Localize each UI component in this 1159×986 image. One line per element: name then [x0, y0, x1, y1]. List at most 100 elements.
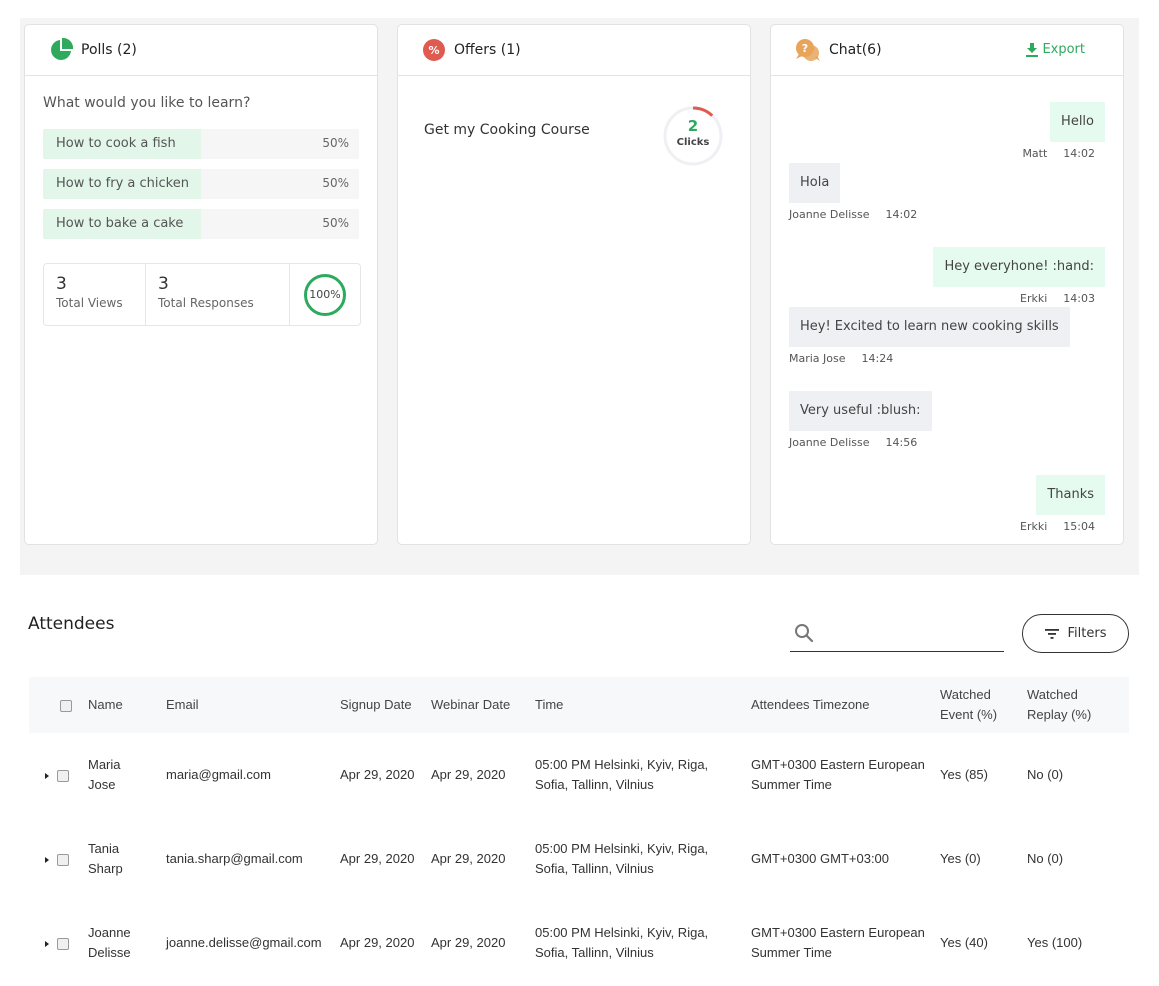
expand-row-icon[interactable]: [45, 940, 49, 947]
attendees-title: Attendees: [28, 614, 115, 634]
polls-header: Polls (2): [25, 25, 377, 76]
offers-header: % Offers (1): [398, 25, 750, 76]
column-header-timezone[interactable]: Attendees Timezone: [751, 677, 940, 733]
chat-bubble: Hello: [1050, 102, 1105, 142]
total-views-count: 3: [56, 274, 67, 294]
attendee-watched-event: Yes (0): [940, 851, 981, 866]
response-rate: 100%: [290, 264, 360, 325]
attendee-time: 05:00 PM Helsinki, Kyiv, Riga, Sofia, Tal…: [535, 841, 709, 876]
poll-option-percent: 50%: [322, 176, 349, 190]
offers-title: Offers (1): [454, 42, 521, 58]
poll-option-percent: 50%: [322, 216, 349, 230]
chat-bubble: Thanks: [1036, 475, 1105, 515]
chat-time: 14:02: [1063, 147, 1095, 160]
chat-author: Erkki: [1020, 292, 1048, 305]
expand-row-icon[interactable]: [45, 856, 49, 863]
polls-title: Polls (2): [81, 42, 137, 58]
attendee-timezone: GMT+0300 Eastern European Summer Time: [751, 925, 925, 960]
total-views-stat: 3 Total Views: [44, 264, 146, 325]
column-header-signup-date[interactable]: Signup Date: [340, 677, 431, 733]
attendee-search[interactable]: [790, 617, 1004, 652]
attendee-webinar-date: Apr 29, 2020: [431, 851, 506, 866]
attendee-signup-date: Apr 29, 2020: [340, 851, 415, 866]
chat-message: Thanks Erkki 15:04: [1020, 475, 1105, 533]
column-header-email[interactable]: Email: [166, 677, 340, 733]
total-responses-stat: 3 Total Responses: [146, 264, 290, 325]
row-checkbox[interactable]: [57, 937, 69, 950]
column-header-watched-event[interactable]: Watched Event (%): [940, 677, 1027, 733]
chat-author: Joanne Delisse: [789, 436, 870, 449]
download-icon: [1026, 42, 1039, 57]
offer-clicks-count: 2: [687, 117, 699, 135]
chat-author: Maria Jose: [789, 352, 846, 365]
chat-message: Very useful :blush: Joanne Delisse 14:56: [789, 391, 932, 449]
attendees-table: Name Email Signup Date Webinar Date Time…: [29, 677, 1129, 985]
percent-badge-icon: %: [422, 38, 446, 62]
attendee-name: Maria Jose: [88, 757, 121, 792]
pie-chart-icon: [49, 38, 73, 62]
search-input[interactable]: [820, 621, 1000, 647]
table-row: Joanne Delisse joanne.delisse@gmail.com A…: [29, 901, 1129, 985]
table-row: Maria Jose maria@gmail.com Apr 29, 2020 A…: [29, 733, 1129, 817]
chat-card: ? Chat(6) Export Hello Matt 14:02 Hola J…: [770, 24, 1124, 545]
chat-bubble: Very useful :blush:: [789, 391, 932, 431]
attendee-signup-date: Apr 29, 2020: [340, 935, 415, 950]
attendee-email: tania.sharp@gmail.com: [166, 851, 303, 866]
column-header-watched-replay[interactable]: Watched Replay (%): [1027, 677, 1129, 733]
attendee-watched-replay: Yes (100): [1027, 935, 1083, 950]
filters-button[interactable]: Filters: [1022, 614, 1129, 653]
widgets-panel: Polls (2) What would you like to learn? …: [20, 18, 1139, 575]
chat-bubble: Hey everyhone! :hand:: [933, 247, 1105, 287]
chat-time: 15:04: [1063, 520, 1095, 533]
attendee-timezone: GMT+0300 Eastern European Summer Time: [751, 757, 925, 792]
filters-label: Filters: [1067, 626, 1107, 641]
attendee-webinar-date: Apr 29, 2020: [431, 935, 506, 950]
table-row: Tania Sharp tania.sharp@gmail.com Apr 29,…: [29, 817, 1129, 901]
chat-time: 14:56: [885, 436, 918, 449]
svg-text:%: %: [428, 44, 439, 57]
chat-bubble: Hola: [789, 163, 841, 203]
poll-option-label: How to cook a fish: [56, 136, 176, 151]
offer-clicks-label: Clicks: [676, 137, 710, 148]
offers-card: % Offers (1) Get my Cooking Course 2 Cli…: [397, 24, 751, 545]
svg-text:?: ?: [802, 42, 808, 55]
poll-stats: 3 Total Views 3 Total Responses 100%: [43, 263, 361, 326]
chat-message: Hola Joanne Delisse 14:02: [789, 163, 917, 221]
chat-time: 14:03: [1063, 292, 1095, 305]
export-label: Export: [1042, 42, 1085, 57]
column-header-time[interactable]: Time: [535, 677, 751, 733]
export-button[interactable]: Export: [1026, 42, 1085, 57]
offer-name[interactable]: Get my Cooking Course: [424, 122, 590, 138]
total-views-label: Total Views: [56, 296, 123, 310]
attendee-name: Tania Sharp: [88, 841, 123, 876]
poll-option: How to cook a fish 50%: [43, 129, 359, 159]
row-checkbox[interactable]: [57, 769, 69, 782]
attendee-signup-date: Apr 29, 2020: [340, 767, 415, 782]
chat-time: 14:02: [885, 208, 918, 221]
attendee-watched-replay: No (0): [1027, 851, 1064, 866]
poll-option-label: How to bake a cake: [56, 216, 184, 231]
poll-option-label: How to fry a chicken: [56, 176, 189, 191]
chat-author: Joanne Delisse: [789, 208, 870, 221]
chat-message: Hello Matt 14:02: [1022, 102, 1105, 160]
attendee-email: joanne.delisse@gmail.com: [166, 935, 322, 950]
column-header-webinar-date[interactable]: Webinar Date: [431, 677, 535, 733]
expand-row-icon[interactable]: [45, 772, 49, 779]
chat-header: ? Chat(6) Export: [771, 25, 1123, 76]
attendee-watched-event: Yes (85): [940, 767, 988, 782]
attendee-webinar-date: Apr 29, 2020: [431, 767, 506, 782]
attendee-timezone: GMT+0300 GMT+03:00: [751, 851, 890, 866]
chat-time: 14:24: [861, 352, 894, 365]
attendee-time: 05:00 PM Helsinki, Kyiv, Riga, Sofia, Tal…: [535, 925, 709, 960]
chat-bubble: Hey! Excited to learn new cooking skills: [789, 307, 1070, 347]
select-all-checkbox[interactable]: [60, 699, 72, 712]
poll-option: How to fry a chicken 50%: [43, 169, 359, 199]
total-responses-count: 3: [158, 274, 169, 294]
poll-options: How to cook a fish 50% How to fry a chic…: [43, 129, 359, 249]
poll-question: What would you like to learn?: [43, 95, 251, 111]
attendee-email: maria@gmail.com: [166, 767, 271, 782]
attendee-time: 05:00 PM Helsinki, Kyiv, Riga, Sofia, Tal…: [535, 757, 709, 792]
offer-clicks-ring: 2 Clicks: [662, 105, 724, 167]
column-header-name[interactable]: Name: [88, 677, 166, 733]
row-checkbox[interactable]: [57, 853, 69, 866]
